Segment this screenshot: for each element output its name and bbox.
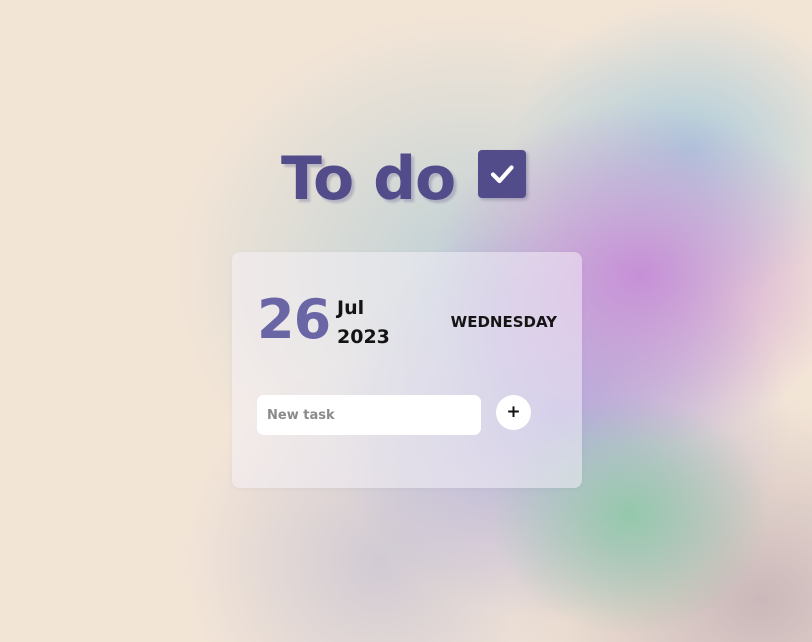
- todo-card: 26 Jul 2023 WEDNESDAY +: [232, 252, 582, 488]
- checkmark-icon: [490, 165, 514, 184]
- date-weekday: WEDNESDAY: [450, 313, 557, 331]
- checkbox-checked-icon: [478, 150, 526, 198]
- date-year: 2023: [337, 326, 390, 348]
- new-task-input[interactable]: [257, 395, 481, 435]
- add-task-button[interactable]: +: [496, 395, 531, 430]
- date-month: Jul: [337, 297, 365, 319]
- app-title: To do: [281, 144, 456, 214]
- date-day: 26: [257, 288, 331, 351]
- app-header: To do: [281, 144, 456, 214]
